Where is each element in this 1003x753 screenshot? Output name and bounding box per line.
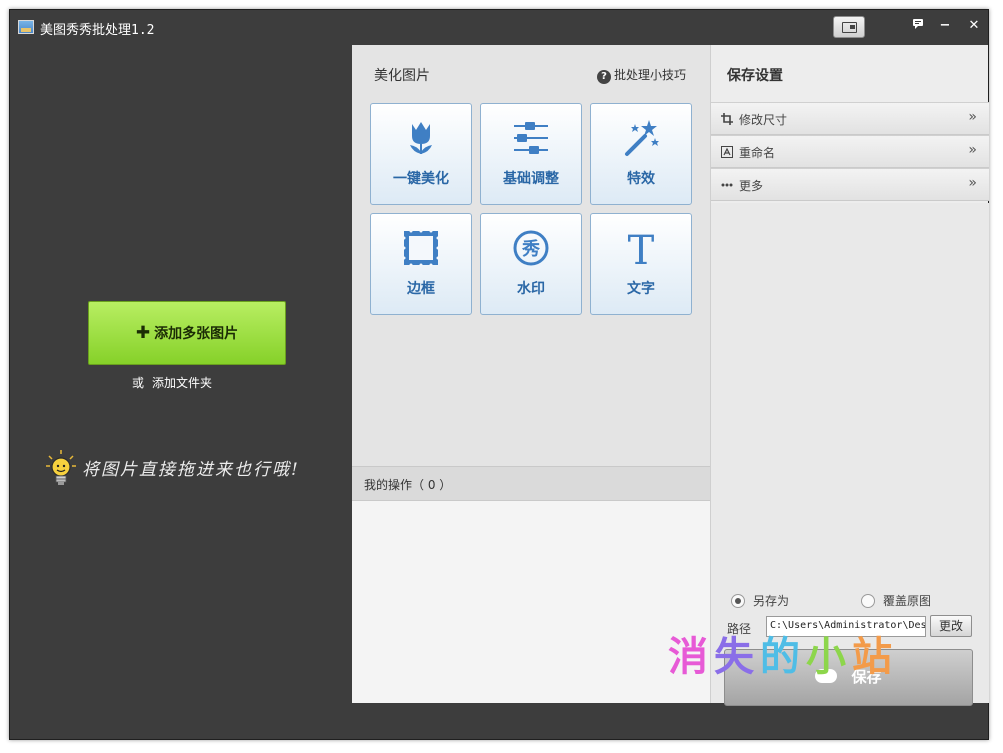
title-bar: 美图秀秀批处理1.2 − ✕ [10,10,988,45]
drag-hint-text: 将图片直接拖进来也行哦! [82,460,300,480]
tile-label: 特效 [627,171,655,187]
app-logo-icon [18,20,34,34]
tile-one-click-beautify[interactable]: 一键美化 [370,103,472,205]
save-as-label: 另存为 [753,594,790,608]
watermark-char: 失 [714,633,760,680]
save-as-radio[interactable]: 另存为 [731,592,789,609]
save-settings-panel: 保存设置 修改尺寸 » 重命名 » 更多 » 另存为 覆盖原图 路径 C:\Us… [710,45,989,706]
my-operations-bar: 我的操作（ 0 ） [352,466,710,501]
more-label: 更多 [739,179,764,193]
watermark-glyph: 秀 [521,239,540,260]
add-images-label: 添加多张图片 [154,326,239,342]
tulip-icon [410,122,432,154]
change-path-button[interactable]: 更改 [930,615,972,637]
save-settings-title: 保存设置 [727,68,783,84]
chevron-right-icon: » [968,109,977,125]
minimize-button[interactable]: − [933,14,957,38]
tips-label: 批处理小技巧 [613,68,686,82]
beautify-header: 美化图片 [374,68,430,84]
batch-tips-link[interactable]: ? 批处理小技巧 [596,66,686,84]
chevron-right-icon: » [968,142,977,158]
chat-icon [913,19,923,29]
beautify-panel: 美化图片 ? 批处理小技巧 一键美化 基础调整 特效 边框 秀 水印 T 文字 … [352,45,710,703]
overwrite-radio[interactable]: 覆盖原图 [861,592,931,609]
tile-label: 水印 [517,281,545,297]
watermark-char: 的 [760,633,806,680]
radio-selected-icon [731,594,745,608]
text-glyph: T [628,228,655,268]
plus-icon: ✚ [135,323,151,343]
more-icon [721,183,733,187]
sliders-icon [514,122,548,154]
resize-label: 修改尺寸 [739,113,788,127]
my-operations-list [352,501,710,703]
frame-icon [402,229,440,267]
mini-mode-icon [842,22,857,33]
tile-label: 基础调整 [503,171,559,187]
add-images-button[interactable]: ✚ 添加多张图片 [88,301,286,365]
radio-unselected-icon [861,594,875,608]
close-button[interactable]: ✕ [962,14,986,38]
tile-label: 文字 [627,281,655,297]
mini-mode-button[interactable] [833,16,865,38]
drop-area[interactable]: ✚ 添加多张图片 或添加文件夹 将图片直接拖进来也行哦! [10,45,352,739]
tile-label: 一键美化 [393,171,449,187]
help-icon: ? [596,70,611,84]
tile-text[interactable]: T 文字 [590,213,692,315]
rename-row[interactable]: 重命名 » [711,135,989,168]
rename-icon [721,146,733,158]
rename-label: 重命名 [739,146,776,160]
my-operations-label: 我的操作（ 0 ） [364,478,452,492]
lightbulb-icon [46,450,76,485]
watermark-char: 消 [668,633,714,680]
resize-row[interactable]: 修改尺寸 » [711,102,989,135]
watermark-icon: 秀 [513,230,549,266]
window-title: 美图秀秀批处理1.2 [40,23,155,38]
magic-wand-icon [625,120,659,156]
tile-label: 边框 [407,281,435,297]
add-folder-row: 或添加文件夹 [132,374,212,391]
overwrite-label: 覆盖原图 [883,594,932,608]
watermark-char: 小 [806,633,852,680]
site-watermark: 消失的小站 [668,624,898,682]
text-icon: T [628,228,655,268]
tile-frame[interactable]: 边框 [370,213,472,315]
add-folder-link[interactable]: 添加文件夹 [152,376,212,390]
tile-watermark[interactable]: 秀 水印 [480,213,582,315]
feedback-button[interactable] [906,14,930,38]
watermark-char: 站 [852,633,898,680]
tile-basic-adjust[interactable]: 基础调整 [480,103,582,205]
tile-effects[interactable]: 特效 [590,103,692,205]
or-text: 或 [132,376,145,390]
crop-icon [721,113,733,125]
more-row[interactable]: 更多 » [711,168,989,201]
chevron-right-icon: » [968,175,977,191]
